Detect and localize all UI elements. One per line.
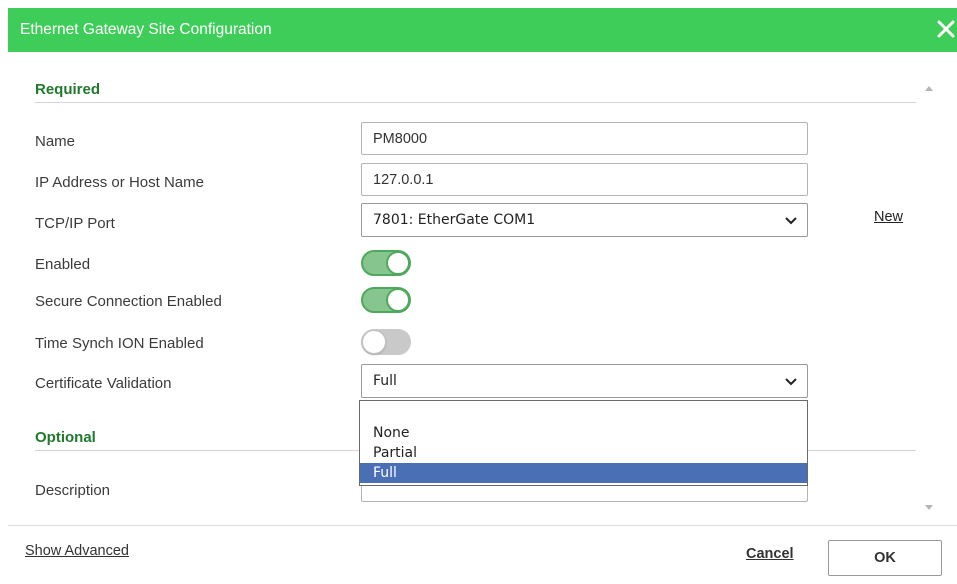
cert-select-value: Full: [373, 373, 397, 389]
ip-label: IP Address or Host Name: [35, 174, 204, 191]
scroll-down-icon[interactable]: [924, 504, 934, 512]
ok-button[interactable]: OK: [828, 540, 942, 576]
secure-label: Secure Connection Enabled: [35, 293, 222, 310]
port-select[interactable]: 7801: EtherGate COM1: [361, 203, 808, 237]
name-label: Name: [35, 133, 76, 150]
dialog-body: Required Name PM8000 IP Address or Host …: [8, 52, 957, 584]
enabled-label: Enabled: [35, 256, 91, 273]
port-select-value: 7801: EtherGate COM1: [373, 212, 536, 228]
cancel-button[interactable]: Cancel: [746, 546, 794, 562]
name-input-value: PM8000: [373, 131, 428, 147]
section-divider: [35, 102, 916, 103]
cert-label: Certificate Validation: [35, 375, 172, 392]
cert-option-none[interactable]: None: [360, 423, 807, 443]
close-icon[interactable]: [935, 14, 957, 44]
dialog-title: Ethernet Gateway Site Configuration: [20, 21, 272, 38]
cert-option-full[interactable]: Full: [360, 463, 807, 483]
new-port-link[interactable]: New: [874, 209, 903, 225]
toggle-knob: [386, 251, 410, 275]
ip-input[interactable]: 127.0.0.1: [361, 163, 808, 196]
time-synch-label: Time Synch ION Enabled: [35, 335, 204, 352]
enabled-toggle[interactable]: [361, 250, 411, 276]
chevron-down-icon: [785, 217, 797, 225]
section-heading-required: Required: [35, 81, 101, 98]
toggle-knob: [386, 288, 410, 312]
chevron-down-icon: [785, 378, 797, 386]
scroll-up-icon[interactable]: [924, 84, 934, 92]
name-input[interactable]: PM8000: [361, 122, 808, 155]
ip-input-value: 127.0.0.1: [373, 172, 434, 188]
secure-toggle[interactable]: [361, 287, 411, 313]
cert-select[interactable]: Full: [361, 364, 808, 398]
port-label: TCP/IP Port: [35, 215, 115, 232]
description-label: Description: [35, 482, 111, 499]
cert-option-partial[interactable]: Partial: [360, 443, 807, 463]
cert-dropdown-list: None Partial Full: [359, 400, 808, 486]
toggle-knob: [362, 330, 386, 354]
dialog-titlebar: Ethernet Gateway Site Configuration: [8, 8, 957, 52]
footer-divider: [8, 525, 957, 526]
show-advanced-link[interactable]: Show Advanced: [25, 543, 129, 559]
time-synch-toggle[interactable]: [361, 329, 411, 355]
section-heading-optional: Optional: [35, 429, 96, 446]
